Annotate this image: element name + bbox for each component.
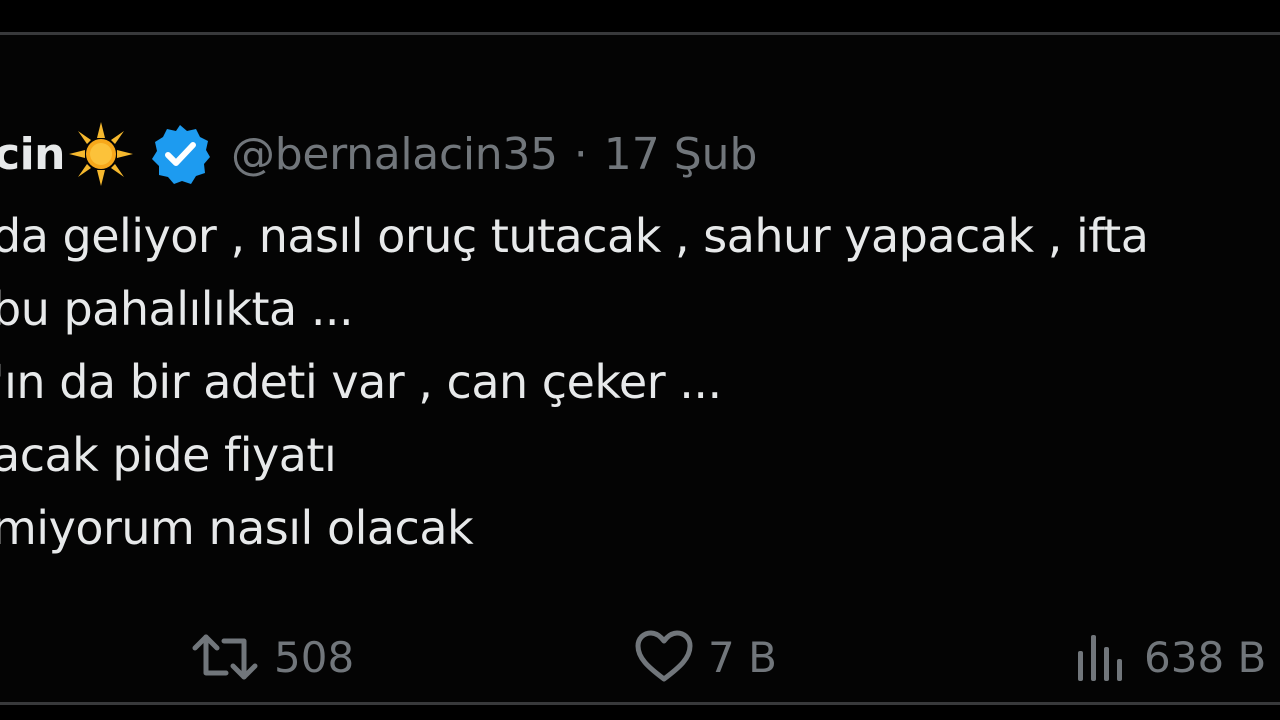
tweet-line: miyorum nasıl olacak — [0, 501, 474, 555]
tweet-text: da geliyor , nasıl oruç tutacak , sahur … — [0, 200, 1149, 565]
tweet-line: da geliyor , nasıl oruç tutacak , sahur … — [0, 209, 1149, 263]
tweet-card[interactable]: cin @bernalacin35 · 17 Şub da geliyor , … — [0, 35, 1280, 702]
heart-icon — [634, 629, 694, 685]
tweet-line: acak pide fiyatı — [0, 428, 337, 482]
like-button[interactable]: 7 B — [634, 629, 777, 685]
tweet-date[interactable]: 17 Şub — [604, 129, 758, 180]
retweet-button[interactable]: 508 — [190, 629, 354, 685]
views-chart-icon — [1074, 629, 1130, 685]
retweet-icon — [190, 629, 260, 685]
views-button[interactable]: 638 B — [1074, 629, 1266, 685]
tweet-line: bu pahalılıkta ... — [0, 282, 354, 336]
retweet-count: 508 — [274, 632, 355, 682]
tweet-header: cin @bernalacin35 · 17 Şub — [0, 119, 757, 189]
author-display-name[interactable]: cin — [0, 129, 66, 180]
verified-badge-icon[interactable] — [149, 123, 211, 185]
like-count: 7 B — [708, 632, 777, 682]
author-handle[interactable]: @bernalacin35 — [231, 129, 558, 180]
tweet-action-bar: 508 7 B 638 B — [0, 625, 1280, 695]
header-separator: · — [573, 128, 588, 180]
views-count: 638 B — [1144, 632, 1267, 682]
tweet-line: 'ın da bir adeti var , can çeker ... — [0, 355, 722, 409]
sun-icon — [67, 120, 135, 188]
bottom-border — [0, 702, 1280, 705]
